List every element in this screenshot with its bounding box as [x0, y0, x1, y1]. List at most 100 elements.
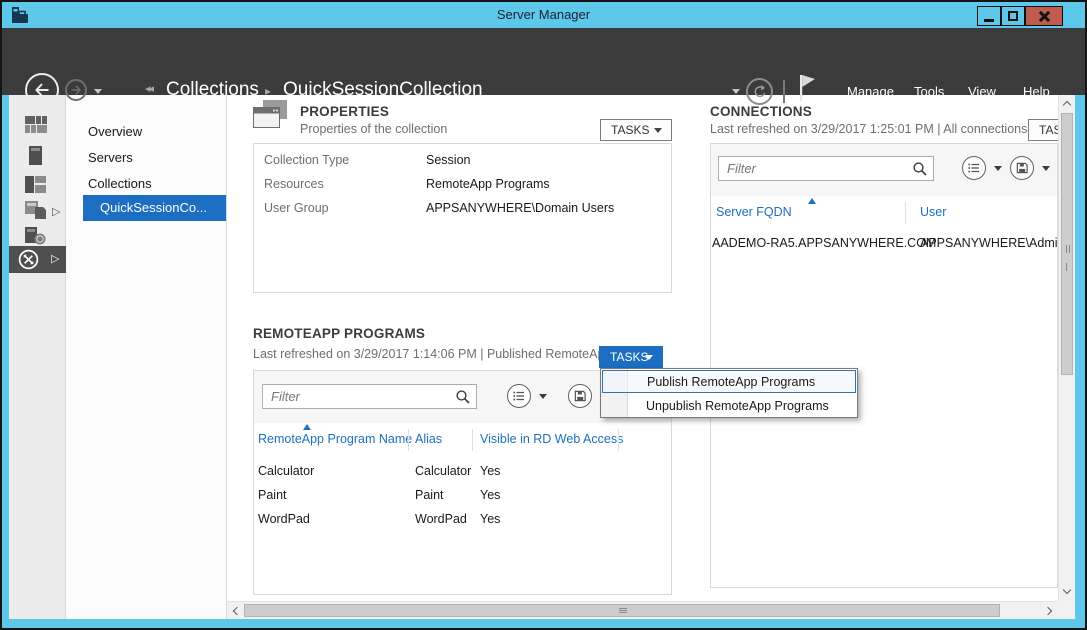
vertical-scrollbar-thumb[interactable]: [1061, 113, 1073, 375]
file-and-storage-services-icon[interactable]: [25, 201, 46, 219]
menu-manage[interactable]: Manage: [847, 83, 894, 101]
sidebar-icon-strip: ▷ ▷: [9, 95, 66, 619]
address-dropdown-caret[interactable]: [732, 89, 740, 94]
column-header-alias[interactable]: Alias: [415, 432, 442, 446]
column-separator: [472, 429, 473, 451]
sort-ascending-icon: [303, 424, 311, 430]
local-server-icon[interactable]: [29, 146, 42, 165]
menu-item-unpublish-remoteapp[interactable]: Unpublish RemoteApp Programs: [602, 395, 856, 418]
sort-ascending-icon: [808, 198, 816, 204]
column-separator: [905, 202, 906, 224]
menu-help[interactable]: Help: [1023, 83, 1050, 101]
breadcrumb-current: QuickSessionCollection: [283, 79, 483, 101]
menu-item-publish-remoteapp[interactable]: Publish RemoteApp Programs: [602, 370, 856, 393]
scroll-right-icon[interactable]: [1044, 607, 1052, 615]
property-value: Session: [426, 153, 470, 167]
maximize-button[interactable]: [1001, 6, 1025, 26]
window-border-left: [2, 28, 9, 628]
nav-item-quicksessioncollection-selected[interactable]: QuickSessionCo...: [83, 195, 226, 221]
horizontal-scrollbar-thumb[interactable]: [244, 604, 1000, 617]
remoteapp-subtitle: Last refreshed on 3/29/2017 1:14:06 PM |…: [253, 347, 615, 361]
history-dropdown-caret[interactable]: [94, 89, 102, 94]
save-icon: [1016, 162, 1029, 175]
media-services-icon[interactable]: [25, 227, 46, 245]
notifications-flag-icon[interactable]: [796, 73, 818, 103]
menu-tools[interactable]: Tools: [914, 83, 944, 101]
expand-arrow-icon[interactable]: ▷: [52, 205, 60, 218]
vertical-scrollbar[interactable]: [1058, 95, 1075, 601]
tasks-dropdown-menu: Publish RemoteApp Programs Unpublish Rem…: [600, 368, 858, 418]
chevron-down-icon[interactable]: [994, 166, 1002, 171]
connections-filter-input[interactable]: [718, 156, 934, 181]
server-manager-window: Server Manager ◂◂ Collections ▸ QuickSes…: [0, 0, 1087, 630]
remoteapp-title: REMOTEAPP PROGRAMS: [253, 326, 425, 341]
window-border-right: [1075, 28, 1085, 628]
nav-item-overview[interactable]: Overview: [88, 124, 142, 140]
connections-list-options-button[interactable]: [962, 156, 986, 180]
breadcrumb-chevrons-icon: ◂◂: [145, 82, 152, 95]
properties-tile-icon: [253, 100, 289, 130]
breadcrumb-separator-icon: ▸: [265, 84, 271, 98]
expand-arrow-icon[interactable]: ▷: [51, 252, 59, 265]
window-border-bottom: [2, 619, 1085, 628]
back-arrow-icon: [32, 80, 52, 100]
remote-desktop-services-icon: [18, 249, 39, 270]
properties-title: PROPERTIES: [300, 104, 389, 119]
window-title: Server Manager: [2, 2, 1085, 28]
breadcrumb-collections[interactable]: Collections: [166, 79, 259, 101]
forward-arrow-icon: [69, 83, 83, 97]
close-button[interactable]: [1025, 6, 1063, 26]
column-header-server-fqdn[interactable]: Server FQDN: [716, 205, 792, 219]
back-button[interactable]: [25, 73, 59, 107]
remoteapp-list-options-button[interactable]: [507, 384, 531, 408]
chevron-down-icon: [654, 128, 662, 133]
menu-view[interactable]: View: [968, 83, 996, 101]
connections-title: CONNECTIONS: [710, 104, 812, 119]
column-header-program-name[interactable]: RemoteApp Program Name: [258, 432, 412, 446]
chevron-down-icon[interactable]: [1042, 166, 1050, 171]
remoteapp-save-options-button[interactable]: [568, 384, 592, 408]
properties-tile: Collection Type Session Resources Remote…: [253, 143, 672, 293]
horizontal-scrollbar[interactable]: [227, 601, 1058, 619]
connections-subtitle: Last refreshed on 3/29/2017 1:25:01 PM |…: [710, 122, 1045, 136]
minimize-button[interactable]: [977, 6, 1001, 26]
list-icon: [967, 161, 981, 175]
chevron-down-icon: [645, 355, 653, 360]
remoteapp-filter-input[interactable]: [262, 384, 477, 409]
connections-save-options-button[interactable]: [1010, 156, 1034, 180]
list-icon: [512, 389, 526, 403]
dashboard-icon[interactable]: [25, 116, 47, 133]
property-label: Resources: [264, 177, 324, 191]
nav-item-collections[interactable]: Collections: [88, 176, 152, 192]
minimize-icon: [984, 19, 994, 22]
property-value: APPSANYWHERE\Domain Users: [426, 201, 614, 215]
forward-button[interactable]: [65, 79, 87, 101]
toolbar-separator: [783, 80, 785, 103]
refresh-button[interactable]: [746, 78, 773, 105]
column-header-visible[interactable]: Visible in RD Web Access: [480, 432, 623, 446]
chevron-down-icon[interactable]: [539, 394, 547, 399]
properties-subtitle: Properties of the collection: [300, 122, 447, 136]
navigation-bar: ◂◂ Collections ▸ QuickSessionCollection …: [2, 28, 1085, 95]
column-header-user[interactable]: User: [920, 205, 946, 219]
remote-desktop-services-selected[interactable]: ▷: [9, 246, 66, 273]
properties-tasks-button[interactable]: TASKS: [600, 119, 672, 141]
scroll-left-icon[interactable]: [233, 607, 241, 615]
property-label: User Group: [264, 201, 329, 215]
nav-item-servers[interactable]: Servers: [88, 150, 133, 166]
column-separator: [408, 429, 409, 451]
property-label: Collection Type: [264, 153, 349, 167]
rds-nav-pane: Overview Servers Collections QuickSessio…: [66, 95, 227, 619]
refresh-icon: [751, 83, 768, 100]
titlebar: Server Manager: [2, 2, 1085, 28]
save-icon: [574, 390, 587, 403]
maximize-icon: [1008, 11, 1018, 21]
column-separator: [618, 429, 619, 451]
remoteapp-tasks-button[interactable]: TASKS: [599, 346, 663, 368]
search-icon[interactable]: [455, 389, 471, 405]
property-value: RemoteApp Programs: [426, 177, 550, 191]
scroll-up-icon[interactable]: [1063, 101, 1071, 109]
all-servers-icon[interactable]: [25, 176, 46, 193]
scroll-down-icon[interactable]: [1063, 586, 1071, 594]
search-icon[interactable]: [912, 161, 928, 177]
